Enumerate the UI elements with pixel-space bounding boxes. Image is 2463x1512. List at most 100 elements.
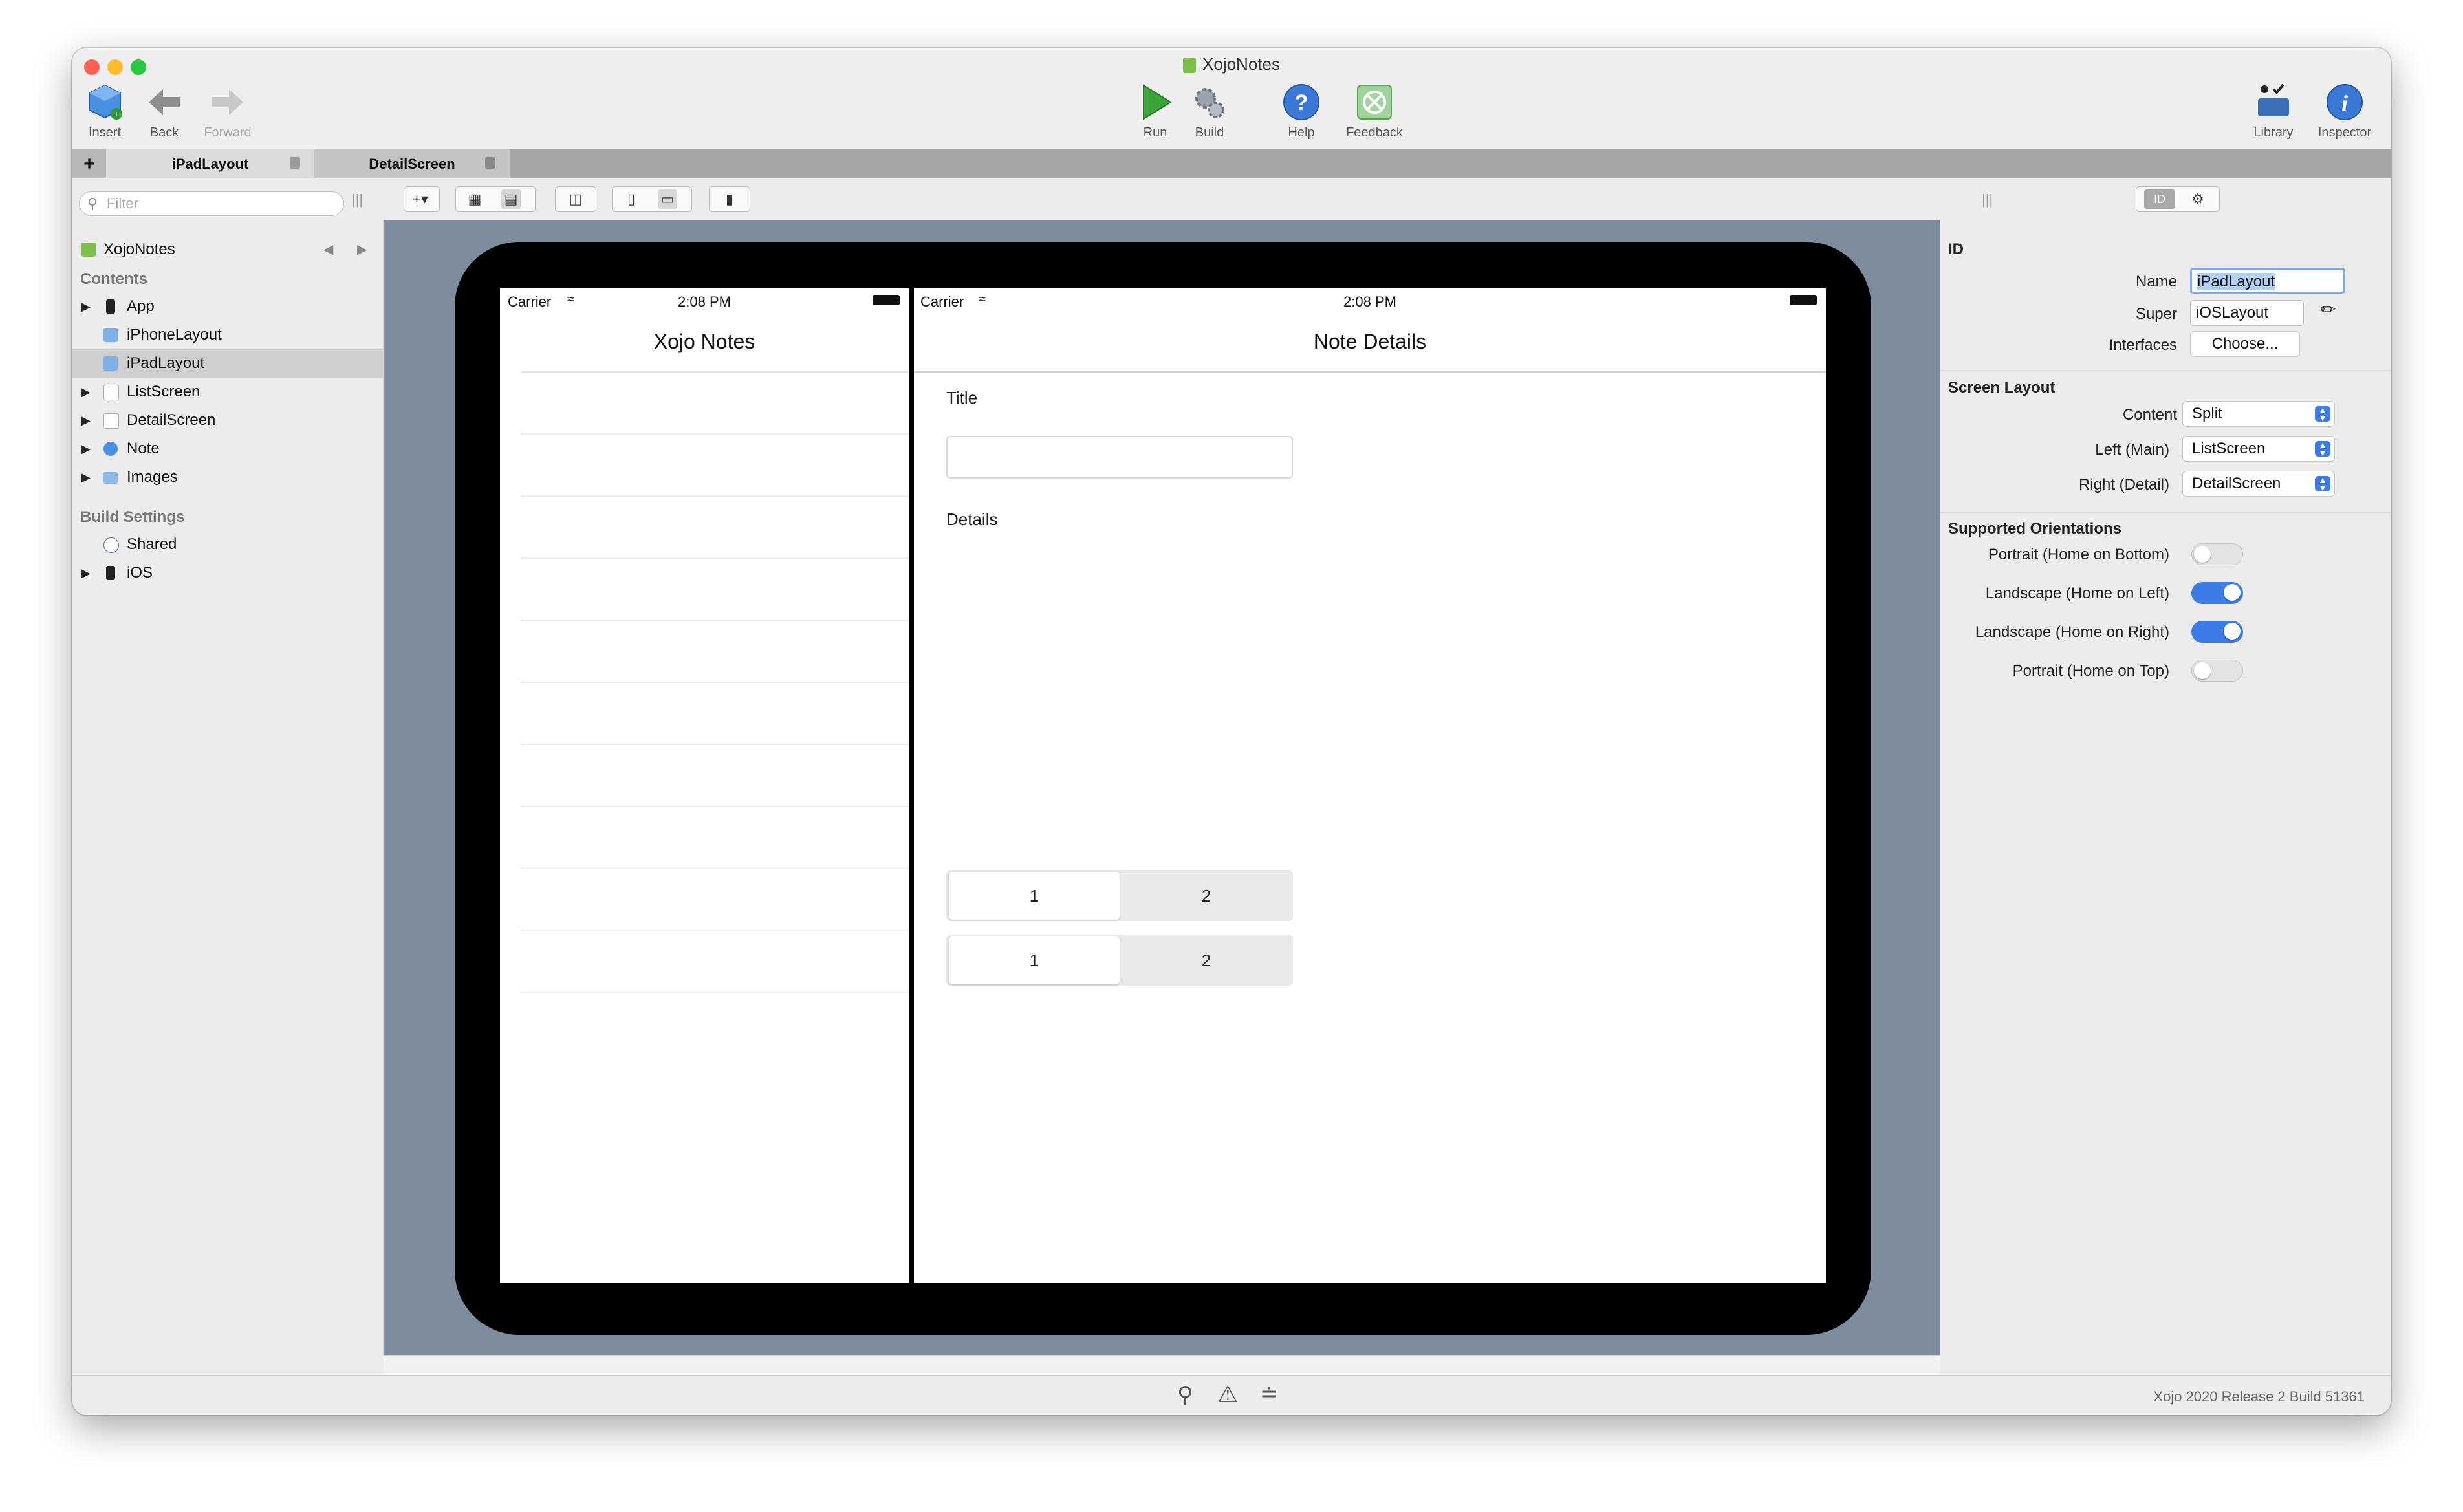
disclosure-triangle-icon[interactable]: ▶: [81, 406, 91, 435]
library-icon: [2258, 83, 2289, 116]
toggle-knob: [2194, 546, 2211, 563]
add-control-button[interactable]: +▾: [404, 186, 440, 212]
edit-pencil-icon[interactable]: ✏: [2321, 299, 2336, 320]
class-icon: [103, 442, 118, 456]
segment-2[interactable]: 2: [1121, 872, 1292, 920]
orientation-label: Landscape (Home on Left): [1985, 585, 2169, 602]
segment-1[interactable]: 1: [949, 872, 1120, 920]
version-label: Xojo 2020 Release 2 Build 51361: [2153, 1388, 2365, 1405]
list-view-icon: ▤: [501, 189, 521, 209]
build-button[interactable]: Build: [1185, 83, 1234, 140]
nav-item-ios[interactable]: ▶ iOS: [72, 559, 383, 587]
ipad-frame: Carrier ≈ 2:08 PM Xojo Notes Carrier ≈ 2…: [455, 242, 1871, 1335]
landscape-icon: ▭: [658, 189, 677, 209]
right-detail-popup[interactable]: DetailScreen ▲ ▼: [2182, 471, 2335, 497]
forward-button[interactable]: Forward: [195, 83, 260, 140]
popup-arrows-icon: ▲ ▼: [2315, 405, 2330, 422]
orientation-toggle[interactable]: ▯ ▭: [612, 186, 692, 212]
detail-screen-preview[interactable]: Carrier ≈ 2:08 PM Note Details Title Det…: [914, 288, 1826, 1283]
inspector-button[interactable]: i Inspector: [2309, 83, 2380, 140]
sidebar-resize-handle-icon[interactable]: |||: [352, 191, 363, 208]
back-nav-icon[interactable]: ◀: [323, 235, 333, 264]
new-tab-button[interactable]: +: [72, 149, 107, 179]
portrait-top-toggle[interactable]: [2191, 660, 2243, 682]
layout-canvas[interactable]: Carrier ≈ 2:08 PM Xojo Notes Carrier ≈ 2…: [384, 220, 1940, 1355]
landscape-left-toggle[interactable]: [2191, 582, 2243, 604]
filter-field[interactable]: ⚲ Filter: [79, 191, 344, 216]
disclosure-triangle-icon[interactable]: ▶: [81, 559, 91, 587]
feedback-button[interactable]: Feedback: [1332, 83, 1416, 140]
app-window: XojoNotes + Insert Back Forward Run Buil…: [72, 48, 2391, 1415]
build-settings-heading: Build Settings: [80, 508, 185, 526]
nav-item-ipadlayout[interactable]: iPadLayout: [72, 349, 383, 378]
tab-detailscreen[interactable]: DetailScreen: [314, 149, 510, 179]
forward-arrow-icon: [212, 89, 243, 115]
nav-item-images[interactable]: ▶ Images: [72, 463, 383, 491]
nav-item-iphonelayout[interactable]: iPhoneLayout: [72, 321, 383, 349]
content-label: Content: [2122, 406, 2177, 424]
title-text-field[interactable]: [946, 436, 1293, 479]
nav-item-detailscreen[interactable]: ▶ DetailScreen: [72, 406, 383, 435]
back-button[interactable]: Back: [140, 83, 189, 140]
inspector-resize-handle-icon[interactable]: |||: [1982, 191, 1993, 208]
left-main-popup[interactable]: ListScreen ▲ ▼: [2182, 436, 2335, 462]
super-field[interactable]: iOSLayout: [2190, 300, 2304, 326]
screen-icon: [103, 385, 119, 400]
detail-nav-title: Note Details: [1313, 330, 1427, 353]
project-root[interactable]: XojoNotes ◀ ▶: [72, 235, 383, 264]
landscape-right-toggle[interactable]: [2191, 621, 2243, 643]
segment-2[interactable]: 2: [1121, 936, 1292, 984]
nav-separator: [521, 371, 909, 373]
table-row-separator: [521, 620, 909, 621]
name-field[interactable]: iPadLayout: [2190, 268, 2345, 294]
list-screen-preview[interactable]: Carrier ≈ 2:08 PM Xojo Notes: [500, 288, 909, 1283]
segmented-control[interactable]: 1 2: [946, 935, 1293, 986]
help-button[interactable]: ? Help: [1277, 83, 1326, 140]
tab-bar: + iPadLayout DetailScreen: [72, 149, 2391, 180]
layout-view-toggle[interactable]: ▦ ▤: [455, 186, 536, 212]
tab-ipadlayout[interactable]: iPadLayout: [106, 149, 315, 179]
table-row-separator: [521, 495, 909, 497]
disclosure-triangle-icon[interactable]: ▶: [81, 463, 91, 491]
preview-mode-button[interactable]: ◫: [555, 186, 596, 212]
run-button[interactable]: Run: [1131, 83, 1180, 140]
portrait-bottom-toggle[interactable]: [2191, 543, 2243, 565]
messages-feed-icon[interactable]: ≐: [1260, 1381, 1279, 1407]
interfaces-label: Interfaces: [2109, 336, 2177, 354]
table-row-separator: [521, 744, 909, 745]
screen-layout-heading: Screen Layout: [1948, 379, 2056, 396]
right-detail-label: Right (Detail): [2078, 476, 2169, 493]
choose-interfaces-button[interactable]: Choose...: [2190, 331, 2300, 357]
library-button[interactable]: Library: [2244, 83, 2303, 140]
warning-icon[interactable]: ⚠: [1217, 1381, 1238, 1408]
title-toolbar: XojoNotes + Insert Back Forward Run Buil…: [72, 48, 2391, 149]
title-label: Title: [946, 388, 978, 407]
run-play-icon: [1143, 84, 1172, 120]
nav-item-shared[interactable]: Shared: [72, 530, 383, 559]
table-row-separator: [521, 433, 909, 435]
nav-item-note[interactable]: ▶ Note: [72, 435, 383, 463]
insert-button[interactable]: + Insert: [80, 83, 129, 140]
search-icon[interactable]: ⚲: [1177, 1382, 1193, 1408]
table-row-separator: [521, 992, 909, 993]
disclosure-triangle-icon[interactable]: ▶: [81, 435, 91, 463]
plus-dropdown-icon: +▾: [413, 191, 428, 207]
forward-nav-icon[interactable]: ▶: [357, 235, 367, 264]
id-card-icon: ID: [2144, 189, 2175, 209]
lock-icon: [290, 157, 300, 169]
inspector-mode-toggle[interactable]: ID ⚙: [2136, 186, 2220, 212]
segment-1[interactable]: 1: [949, 936, 1120, 984]
inspector-info-icon: i: [2327, 84, 2363, 120]
disclosure-triangle-icon[interactable]: ▶: [81, 292, 91, 321]
window-title: XojoNotes: [72, 54, 2391, 74]
device-button[interactable]: ▮: [709, 186, 750, 212]
left-main-label: Left (Main): [2095, 441, 2169, 459]
disclosure-triangle-icon[interactable]: ▶: [81, 378, 91, 406]
content-popup[interactable]: Split ▲ ▼: [2182, 401, 2335, 427]
nav-separator: [914, 371, 1826, 373]
battery-icon: [873, 295, 900, 305]
list-nav-title: Xojo Notes: [653, 330, 755, 353]
nav-item-listscreen[interactable]: ▶ ListScreen: [72, 378, 383, 406]
nav-item-app[interactable]: ▶ App: [72, 292, 383, 321]
segmented-control[interactable]: 1 2: [946, 870, 1293, 921]
